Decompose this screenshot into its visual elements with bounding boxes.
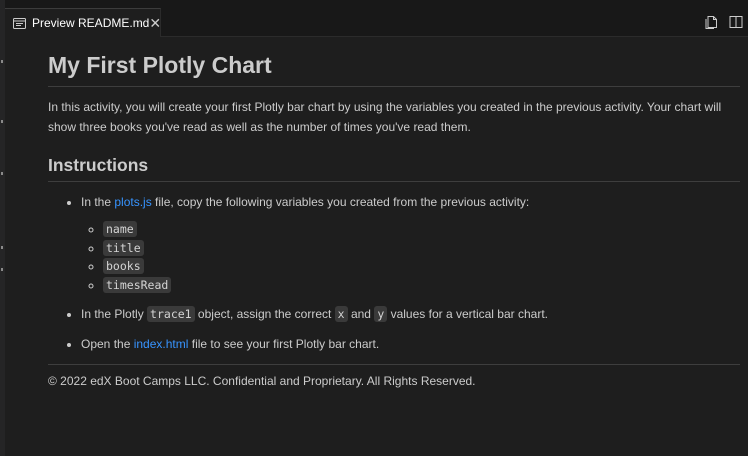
instructions-heading: Instructions <box>48 153 740 182</box>
step-text: object, assign the correct <box>194 307 335 321</box>
gutter-mark <box>1 246 3 249</box>
variables-list: name title books timesRead <box>81 220 740 294</box>
side-panel-edge <box>0 0 5 456</box>
inline-code: trace1 <box>147 306 195 322</box>
markdown-preview-window: Preview README.md ✕ My First Plotly Char… <box>0 0 748 456</box>
open-source-icon[interactable] <box>704 14 720 30</box>
step-text: In the <box>81 195 115 209</box>
step-text: Open the <box>81 337 134 351</box>
variable-code: books <box>103 258 144 274</box>
variable-code: title <box>103 239 144 256</box>
variable-code: name <box>103 221 137 237</box>
list-item: In the Plotly trace1 object, assign the … <box>81 304 740 324</box>
list-item: title <box>103 239 740 258</box>
inline-code: x <box>334 306 348 322</box>
step-text: file to see your first Plotly bar chart. <box>188 337 380 351</box>
gutter-mark <box>1 268 3 271</box>
divider <box>48 364 740 365</box>
close-icon[interactable]: ✕ <box>149 15 161 31</box>
list-item: name <box>103 220 740 239</box>
step-text: In the Plotly <box>81 307 148 321</box>
page-title: My First Plotly Chart <box>48 50 740 87</box>
variable-code: timesRead <box>103 276 172 293</box>
inline-code: y <box>374 306 388 322</box>
list-item: books <box>103 257 740 276</box>
copyright-footer: © 2022 edX Boot Camps LLC. Confidential … <box>48 374 476 388</box>
list-item: timesRead <box>103 276 740 295</box>
step-text: file, copy the following variables you c… <box>151 195 530 209</box>
plots-js-link[interactable]: plots.js <box>114 195 151 209</box>
tab-bar: Preview README.md ✕ <box>5 0 748 37</box>
index-html-link[interactable]: index.html <box>134 337 189 351</box>
gutter-mark <box>1 172 3 175</box>
editor-actions <box>704 14 744 30</box>
intro-paragraph: In this activity, you will create your f… <box>48 100 722 134</box>
split-editor-icon[interactable] <box>728 14 744 30</box>
list-item: Open the index.html file to see your fir… <box>81 334 740 354</box>
step-text: values for a vertical bar chart. <box>387 307 548 321</box>
tab-label: Preview README.md <box>32 16 150 30</box>
instructions-list: In the plots.js file, copy the following… <box>48 192 740 354</box>
markdown-content: My First Plotly Chart In this activity, … <box>48 38 740 391</box>
gutter-mark <box>1 120 3 123</box>
gutter-mark <box>1 60 3 63</box>
list-item: In the plots.js file, copy the following… <box>81 192 740 294</box>
tab-preview-readme[interactable]: Preview README.md ✕ <box>5 8 161 37</box>
preview-icon <box>13 17 26 29</box>
step-text: and <box>347 307 375 321</box>
